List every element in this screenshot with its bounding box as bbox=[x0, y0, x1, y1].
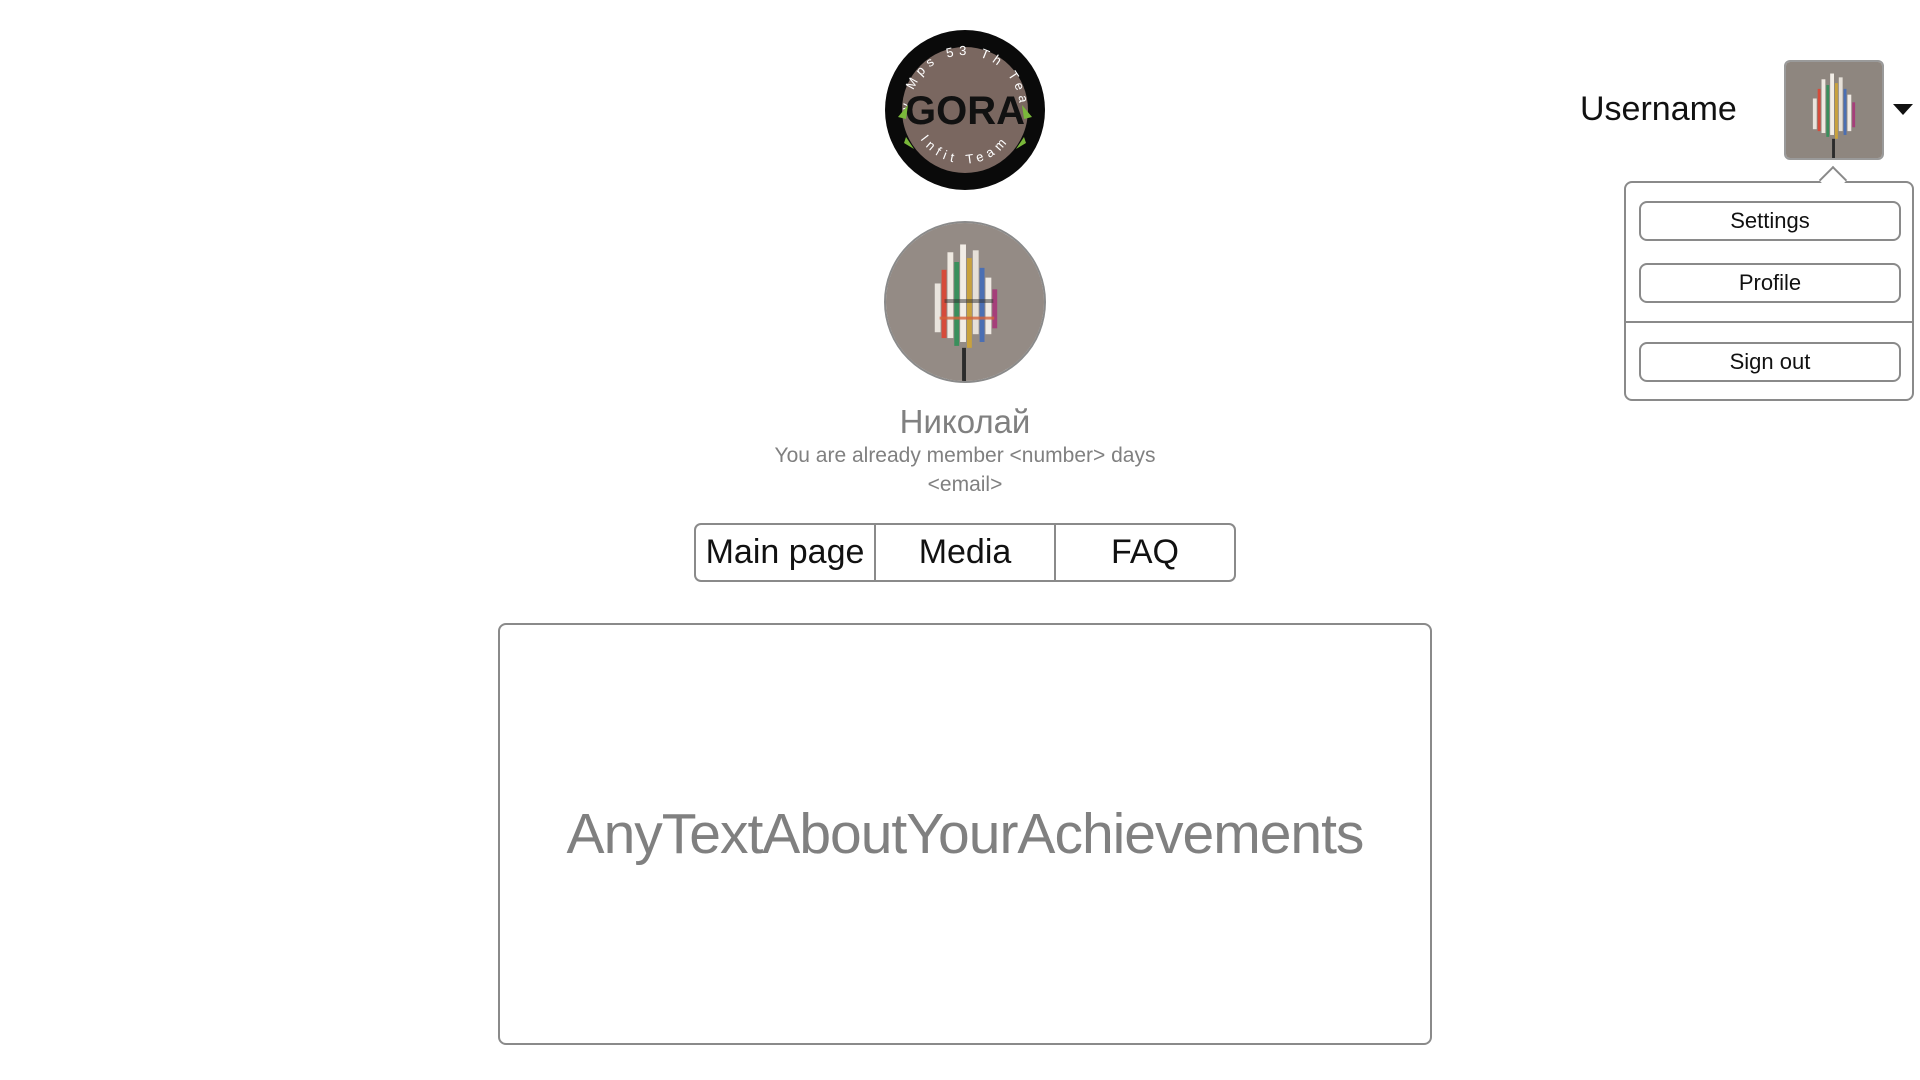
sculpture-photo-thumbnail bbox=[1786, 62, 1882, 158]
caret-down-icon[interactable] bbox=[1893, 104, 1913, 115]
settings-button[interactable]: Settings bbox=[1639, 201, 1901, 241]
profile-button[interactable]: Profile bbox=[1639, 263, 1901, 303]
achievements-card: AnyTextAboutYourAchievements bbox=[498, 623, 1432, 1045]
sculpture-photo-image bbox=[886, 223, 1044, 381]
membership-duration-text: You are already member <number> days bbox=[774, 444, 1156, 467]
logo-emblem: By Mps 53 Th Team Infit Team GORA bbox=[884, 29, 1045, 190]
logo-center-text: GORA bbox=[905, 89, 1025, 133]
username-label[interactable]: Username bbox=[1580, 90, 1737, 129]
nav-tabs: Main page Media FAQ bbox=[694, 523, 1236, 582]
menu-divider bbox=[1626, 321, 1912, 323]
profile-name: Николай bbox=[899, 403, 1031, 440]
tab-media[interactable]: Media bbox=[874, 525, 1054, 580]
achievements-text: AnyTextAboutYourAchievements bbox=[566, 802, 1365, 866]
tab-faq[interactable]: FAQ bbox=[1054, 525, 1234, 580]
profile-avatar[interactable] bbox=[884, 221, 1046, 383]
gora-logo[interactable]: By Mps 53 Th Team Infit Team GORA bbox=[884, 29, 1046, 191]
sign-out-button[interactable]: Sign out bbox=[1639, 342, 1901, 382]
tab-main-page[interactable]: Main page bbox=[696, 525, 874, 580]
user-avatar[interactable] bbox=[1784, 60, 1884, 160]
profile-email: <email> bbox=[927, 473, 1003, 496]
user-dropdown-menu: Settings Profile Sign out bbox=[1624, 181, 1914, 401]
